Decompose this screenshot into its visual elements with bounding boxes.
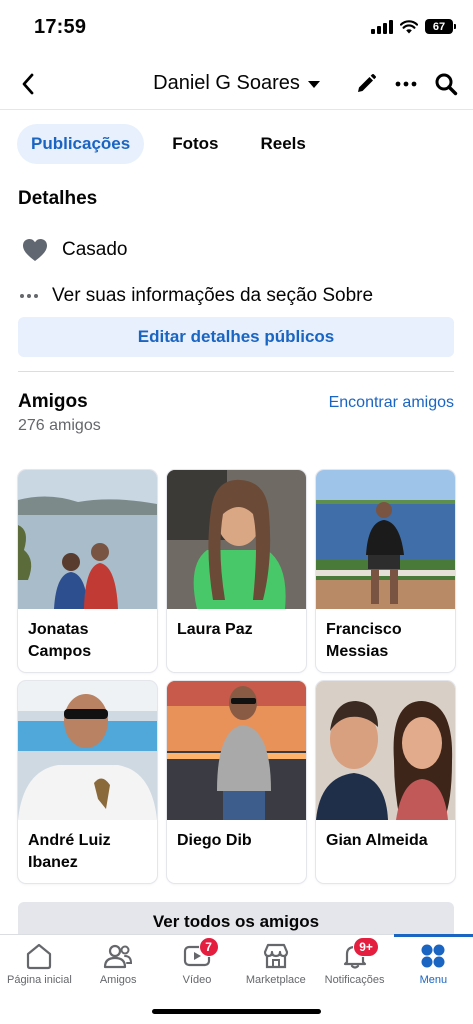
more-icon xyxy=(395,81,417,87)
details-title: Detalhes xyxy=(18,188,98,209)
back-button[interactable] xyxy=(14,70,42,98)
bottom-navigation: Página inicial Amigos 7 Vídeo Marketplac… xyxy=(0,934,473,1024)
pencil-icon xyxy=(358,73,377,92)
friend-name[interactable]: André Luiz Ibanez xyxy=(18,820,157,874)
relationship-row: Casado xyxy=(20,236,128,264)
top-navigation: Daniel G Soares xyxy=(0,60,473,110)
friends-header: Amigos 276 amigos xyxy=(18,391,101,435)
search-button[interactable] xyxy=(433,70,459,98)
nav-label: Menu xyxy=(419,974,448,986)
friend-card[interactable]: Laura Paz xyxy=(167,470,306,672)
relationship-status: Casado xyxy=(62,239,128,260)
friend-photo[interactable] xyxy=(18,470,157,609)
about-link[interactable]: Ver suas informações da seção Sobre xyxy=(52,285,373,307)
friends-title: Amigos xyxy=(18,391,88,412)
friend-photo[interactable] xyxy=(167,470,306,609)
friends-icon xyxy=(103,941,133,971)
friend-photo[interactable] xyxy=(316,470,455,609)
nav-marketplace[interactable]: Marketplace xyxy=(236,935,315,993)
nav-label: Vídeo xyxy=(182,974,212,986)
friend-card[interactable]: Diego Dib xyxy=(167,681,306,883)
nav-notifications[interactable]: 9+ Notificações xyxy=(315,935,394,993)
heart-icon xyxy=(20,236,50,264)
status-bar: 17:59 67 xyxy=(0,0,473,56)
friends-count: 276 amigos xyxy=(18,417,101,434)
nav-friends[interactable]: Amigos xyxy=(79,935,158,993)
tab-reels[interactable]: Reels xyxy=(247,124,320,164)
tab-fotos[interactable]: Fotos xyxy=(158,124,232,164)
friends-grid: Jonatas Campos Laura Paz Francisco Messi… xyxy=(18,470,455,883)
friend-name[interactable]: Gian Almeida xyxy=(316,820,455,852)
chevron-left-icon xyxy=(22,73,34,95)
divider xyxy=(18,371,454,372)
friend-card[interactable]: Jonatas Campos xyxy=(18,470,157,672)
friend-card[interactable]: André Luiz Ibanez xyxy=(18,681,157,883)
friend-photo[interactable] xyxy=(167,681,306,820)
friend-photo[interactable] xyxy=(18,681,157,820)
friend-card[interactable]: Francisco Messias xyxy=(316,470,455,672)
friend-name[interactable]: Francisco Messias xyxy=(316,609,455,663)
cellular-signal-icon xyxy=(371,19,393,34)
friend-name[interactable]: Jonatas Campos xyxy=(18,609,157,663)
more-dots-icon xyxy=(18,294,40,298)
find-friends-link[interactable]: Encontrar amigos xyxy=(329,394,454,412)
nav-video[interactable]: 7 Vídeo xyxy=(158,935,237,993)
nav-home[interactable]: Página inicial xyxy=(0,935,79,993)
menu-icon xyxy=(418,941,448,971)
friend-photo[interactable] xyxy=(316,681,455,820)
nav-label: Marketplace xyxy=(245,974,306,986)
more-options-button[interactable] xyxy=(393,70,419,98)
caret-down-icon[interactable] xyxy=(307,81,320,88)
friend-name[interactable]: Laura Paz xyxy=(167,609,306,641)
nav-menu[interactable]: Menu xyxy=(393,934,473,993)
edit-button[interactable] xyxy=(353,70,379,98)
video-badge: 7 xyxy=(198,937,219,957)
status-time: 17:59 xyxy=(34,16,87,38)
profile-tabs: Publicações Fotos Reels xyxy=(17,124,320,164)
nav-label: Página inicial xyxy=(6,974,72,986)
home-indicator xyxy=(152,1009,321,1014)
friend-card[interactable]: Gian Almeida xyxy=(316,681,455,883)
search-icon xyxy=(435,73,458,96)
nav-actions xyxy=(353,70,459,98)
marketplace-icon xyxy=(261,941,291,971)
nav-label: Amigos xyxy=(99,974,137,986)
wifi-icon xyxy=(400,19,418,33)
profile-name[interactable]: Daniel G Soares xyxy=(153,72,300,95)
nav-label: Notificações xyxy=(324,974,385,986)
tab-publicacoes[interactable]: Publicações xyxy=(17,124,145,164)
about-row[interactable]: Ver suas informações da seção Sobre xyxy=(18,285,373,307)
notifications-badge: 9+ xyxy=(353,937,379,957)
battery-icon: 67 xyxy=(425,19,456,34)
edit-public-details-button[interactable]: Editar detalhes públicos xyxy=(18,317,454,357)
friend-name[interactable]: Diego Dib xyxy=(167,820,306,852)
status-icons: 67 xyxy=(371,19,456,34)
home-icon xyxy=(24,941,54,971)
